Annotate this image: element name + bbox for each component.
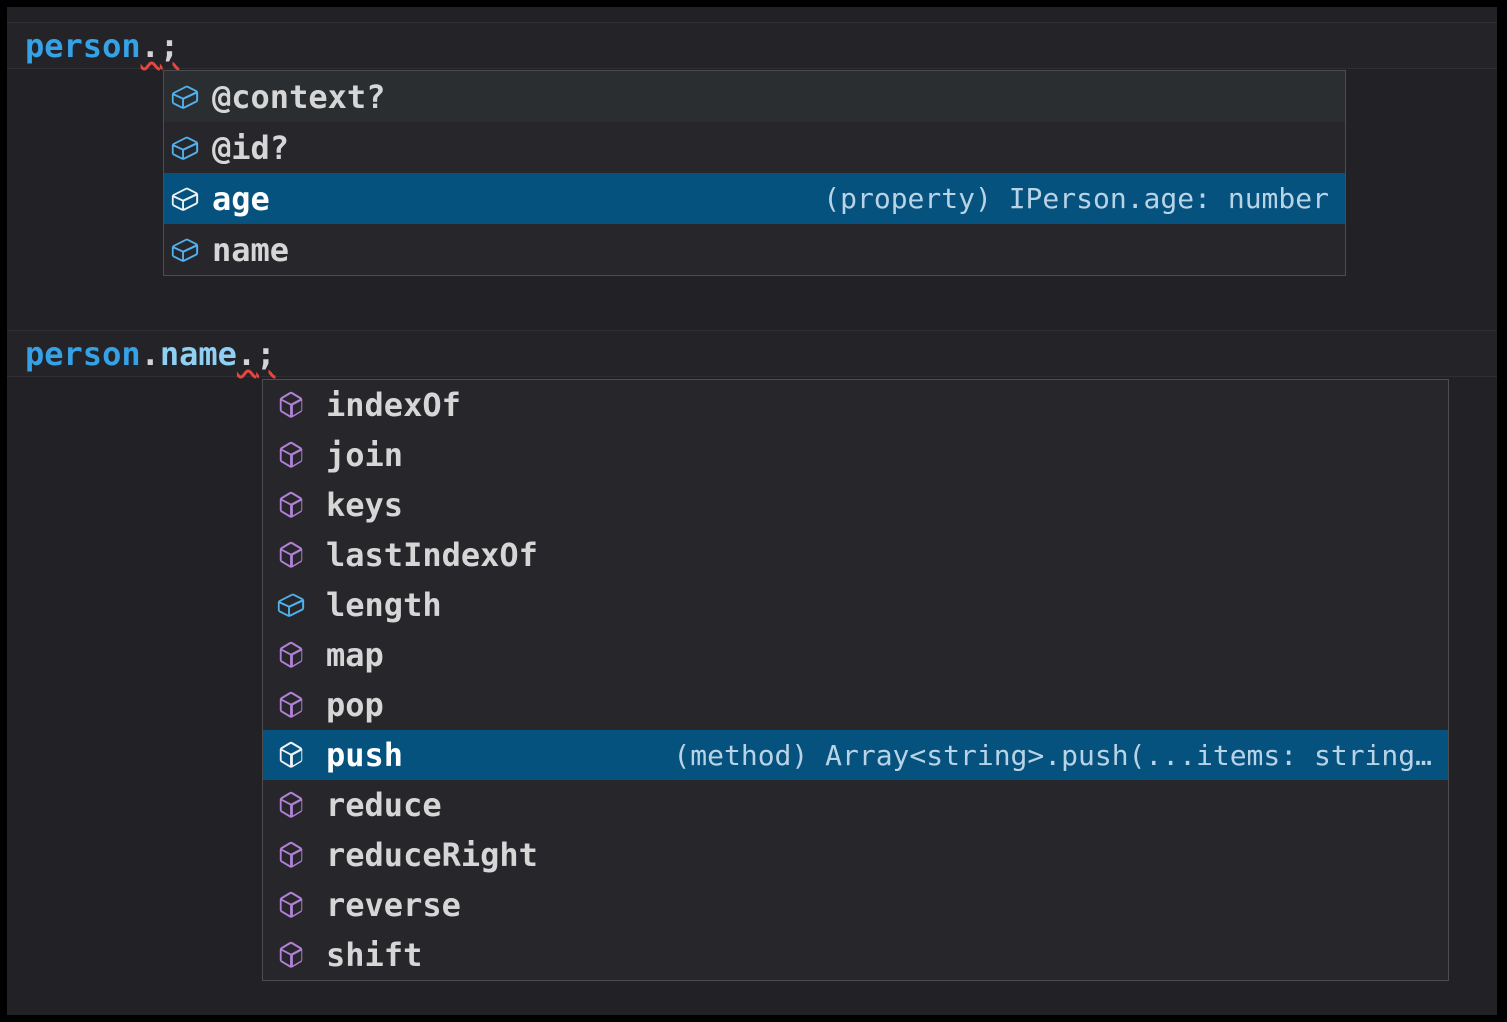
suggestion-item-push[interactable]: push (method) Array<string>.push(...item… bbox=[263, 730, 1448, 780]
suggestion-label: age bbox=[212, 180, 270, 218]
suggestion-label: join bbox=[326, 436, 403, 474]
code-token: . bbox=[141, 27, 160, 65]
symbol-method-icon bbox=[276, 790, 306, 820]
symbol-field-icon bbox=[170, 235, 200, 265]
suggestion-item-map[interactable]: map bbox=[263, 630, 1448, 680]
suggest-widget-person-name: indexOf join keys bbox=[262, 379, 1449, 981]
suggestion-item-keys[interactable]: keys bbox=[263, 480, 1448, 530]
symbol-field-icon bbox=[276, 590, 306, 620]
suggestion-item-reverse[interactable]: reverse bbox=[263, 880, 1448, 930]
symbol-method-icon bbox=[276, 640, 306, 670]
suggestion-label: @id? bbox=[212, 129, 289, 167]
suggestion-label: reduceRight bbox=[326, 836, 538, 874]
suggestion-item-name[interactable]: name bbox=[164, 224, 1345, 275]
symbol-method-icon bbox=[276, 840, 306, 870]
code-line-1[interactable]: person.; bbox=[25, 22, 179, 69]
suggestion-label: keys bbox=[326, 486, 403, 524]
symbol-field-icon bbox=[170, 184, 200, 214]
code-token: . bbox=[141, 335, 160, 373]
symbol-method-icon bbox=[276, 390, 306, 420]
suggestion-label: shift bbox=[326, 936, 422, 974]
suggestion-label: reduce bbox=[326, 786, 442, 824]
suggestion-item-id[interactable]: @id? bbox=[164, 122, 1345, 173]
code-token: . bbox=[237, 335, 256, 373]
suggestion-label: indexOf bbox=[326, 386, 461, 424]
suggestion-detail: (property) IPerson.age: number bbox=[823, 182, 1329, 215]
symbol-method-icon bbox=[276, 690, 306, 720]
symbol-method-icon bbox=[276, 440, 306, 470]
suggestion-item-join[interactable]: join bbox=[263, 430, 1448, 480]
code-token: name bbox=[160, 335, 237, 373]
suggestion-label: push bbox=[326, 736, 403, 774]
suggestion-item-indexof[interactable]: indexOf bbox=[263, 380, 1448, 430]
suggestion-item-pop[interactable]: pop bbox=[263, 680, 1448, 730]
code-token: person bbox=[25, 335, 141, 373]
code-token: person bbox=[25, 27, 141, 65]
symbol-field-icon bbox=[170, 133, 200, 163]
code-editor-surface[interactable]: person.; person.name.; @context? @id? bbox=[7, 7, 1497, 1015]
suggestion-label: lastIndexOf bbox=[326, 536, 538, 574]
suggestion-item-age[interactable]: age (property) IPerson.age: number bbox=[164, 173, 1345, 224]
editor-window: person.; person.name.; @context? @id? bbox=[7, 7, 1497, 1015]
suggestion-item-context[interactable]: @context? bbox=[164, 71, 1345, 122]
symbol-method-icon bbox=[276, 740, 306, 770]
suggestion-item-length[interactable]: length bbox=[263, 580, 1448, 630]
symbol-field-icon bbox=[170, 82, 200, 112]
code-line-2[interactable]: person.name.; bbox=[25, 330, 275, 377]
symbol-method-icon bbox=[276, 540, 306, 570]
current-line-highlight-1 bbox=[7, 22, 1497, 69]
suggestion-item-shift[interactable]: shift bbox=[263, 930, 1448, 980]
code-token: ; bbox=[256, 335, 275, 373]
suggestion-label: reverse bbox=[326, 886, 461, 924]
suggestion-label: length bbox=[326, 586, 442, 624]
suggestion-detail: (method) Array<string>.push(...items: st… bbox=[673, 739, 1432, 772]
suggestion-item-reduce[interactable]: reduce bbox=[263, 780, 1448, 830]
suggestion-label: name bbox=[212, 231, 289, 269]
symbol-method-icon bbox=[276, 490, 306, 520]
suggestion-item-reduceright[interactable]: reduceRight bbox=[263, 830, 1448, 880]
symbol-method-icon bbox=[276, 890, 306, 920]
suggestion-item-lastindexof[interactable]: lastIndexOf bbox=[263, 530, 1448, 580]
code-token: ; bbox=[160, 27, 179, 65]
suggestion-label: pop bbox=[326, 686, 384, 724]
symbol-method-icon bbox=[276, 940, 306, 970]
suggestion-label: map bbox=[326, 636, 384, 674]
suggest-widget-person: @context? @id? age (property) IPerson.ag… bbox=[163, 70, 1346, 276]
suggestion-label: @context? bbox=[212, 78, 385, 116]
